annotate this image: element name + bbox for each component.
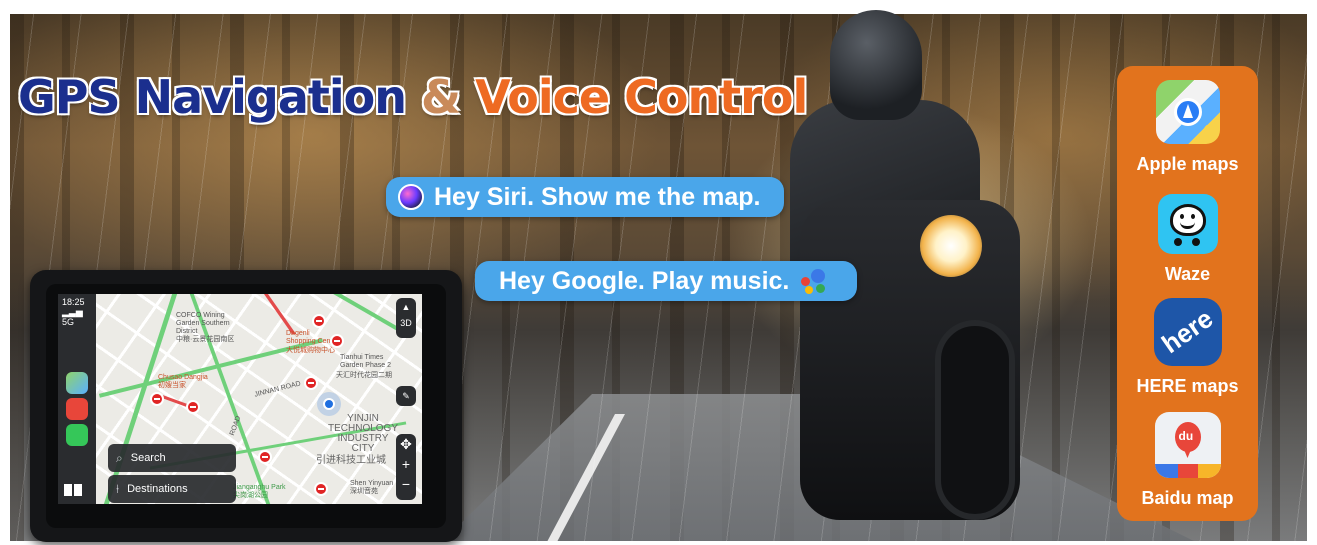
map-label: 中粮·云景花园南区 <box>176 336 235 343</box>
map-label: 大悦城购物中心 <box>286 347 335 354</box>
search-label: Search <box>130 452 166 464</box>
carplay-sidebar: 18:25 ▂▃▅ 5G <box>58 294 96 504</box>
map-label: Jianganghu Park <box>233 484 286 491</box>
map-label: 天汇时代花园二期 <box>336 372 392 379</box>
headline-gps: GPS Navigation <box>18 70 407 124</box>
here-maps-icon: here <box>1153 298 1222 366</box>
siri-bubble-text: Hey Siri. Show me the map. <box>434 182 761 211</box>
report-button[interactable]: ✎ <box>396 386 416 406</box>
traffic-pin[interactable] <box>312 314 326 328</box>
signal-indicator: ▂▃▅ 5G <box>62 307 83 327</box>
waze-icon <box>1157 194 1218 254</box>
app-baidu-map[interactable]: du Baidu map <box>1117 412 1258 509</box>
network-label: 5G <box>62 317 75 327</box>
siri-bubble: Hey Siri. Show me the map. <box>386 177 784 217</box>
map-label: Tianhui Times Garden Phase 2 <box>340 354 391 369</box>
3d-toggle[interactable]: 3D <box>396 318 416 328</box>
headline-voice: Voice Control <box>475 70 808 124</box>
app-apple-maps[interactable]: Apple maps <box>1117 80 1258 175</box>
app-label: Baidu map <box>1141 488 1234 508</box>
traffic-pin[interactable] <box>314 482 328 496</box>
status-bar: 18:25 ▂▃▅ 5G <box>62 297 96 327</box>
app-label: Waze <box>1164 264 1211 284</box>
map-label: COFCO Wining Garden Southern District <box>176 312 230 335</box>
destinations-label: Destinations <box>127 483 188 495</box>
motorcycle-wheel <box>935 320 1015 520</box>
app-grid-icon[interactable] <box>64 484 82 496</box>
motorcycle-headlight <box>920 215 982 277</box>
app-label: Apple maps <box>1136 154 1239 174</box>
traffic-pin[interactable] <box>330 334 344 348</box>
baidu-map-icon: du <box>1154 412 1221 478</box>
zoom-out-button[interactable]: − <box>396 474 416 494</box>
pin-icon: ⍿ <box>116 481 120 496</box>
pan-icon[interactable]: ✥ <box>396 434 416 454</box>
traffic-pin[interactable] <box>150 392 164 406</box>
maps-app-icon[interactable] <box>66 372 88 394</box>
rider-helmet <box>830 10 922 120</box>
clock: 18:25 <box>62 297 85 307</box>
chat-icon: ✎ <box>402 391 410 401</box>
map-apps-panel: Apple maps Waze here HERE maps du Baidu … <box>1117 66 1258 521</box>
traffic-pin[interactable] <box>304 376 318 390</box>
zoom-control[interactable]: ✥ + − <box>396 434 416 500</box>
compass-control[interactable]: ▲ 3D <box>396 298 416 338</box>
headline: GPS Navigation & Voice Control <box>18 70 808 124</box>
here-logo-text: here <box>1155 303 1218 360</box>
map-label: Shen Yinyuan 深圳音苑 <box>350 480 394 495</box>
map-label: Chusao Dangjia <box>158 374 208 381</box>
destinations-button[interactable]: ⍿ Destinations <box>108 475 236 503</box>
search-button[interactable]: ⌕ Search <box>108 444 236 472</box>
traffic-pin[interactable] <box>258 450 272 464</box>
search-icon: ⌕ <box>116 450 123 465</box>
app-here-maps[interactable]: here HERE maps <box>1117 298 1258 397</box>
map-label: 初嫂当家 <box>158 382 186 389</box>
app-label: HERE maps <box>1136 376 1239 396</box>
compass-icon: ▲ <box>401 302 411 312</box>
music-app-icon[interactable] <box>66 398 88 420</box>
baidu-logo-text: du <box>1178 429 1194 443</box>
app-waze[interactable]: Waze <box>1117 194 1258 285</box>
map-label: 引进科技工业城 <box>316 455 386 466</box>
google-bubble-text: Hey Google. Play music. <box>499 266 790 295</box>
device-screen: COFCO Wining Garden Southern District 中粮… <box>58 294 422 504</box>
zoom-in-button[interactable]: + <box>396 454 416 474</box>
siri-icon <box>398 184 424 210</box>
google-bubble: Hey Google. Play music. <box>475 261 857 301</box>
map-label: YINJIN TECHNOLOGY INDUSTRY CITY <box>328 413 399 454</box>
messages-app-icon[interactable] <box>66 424 88 446</box>
apple-maps-icon <box>1155 80 1220 144</box>
traffic-pin[interactable] <box>186 400 200 414</box>
google-assistant-icon <box>799 267 827 295</box>
map-label: 尖岗湖公园 <box>233 492 268 499</box>
headline-ampersand: & <box>405 70 476 124</box>
current-location-dot <box>323 398 335 410</box>
